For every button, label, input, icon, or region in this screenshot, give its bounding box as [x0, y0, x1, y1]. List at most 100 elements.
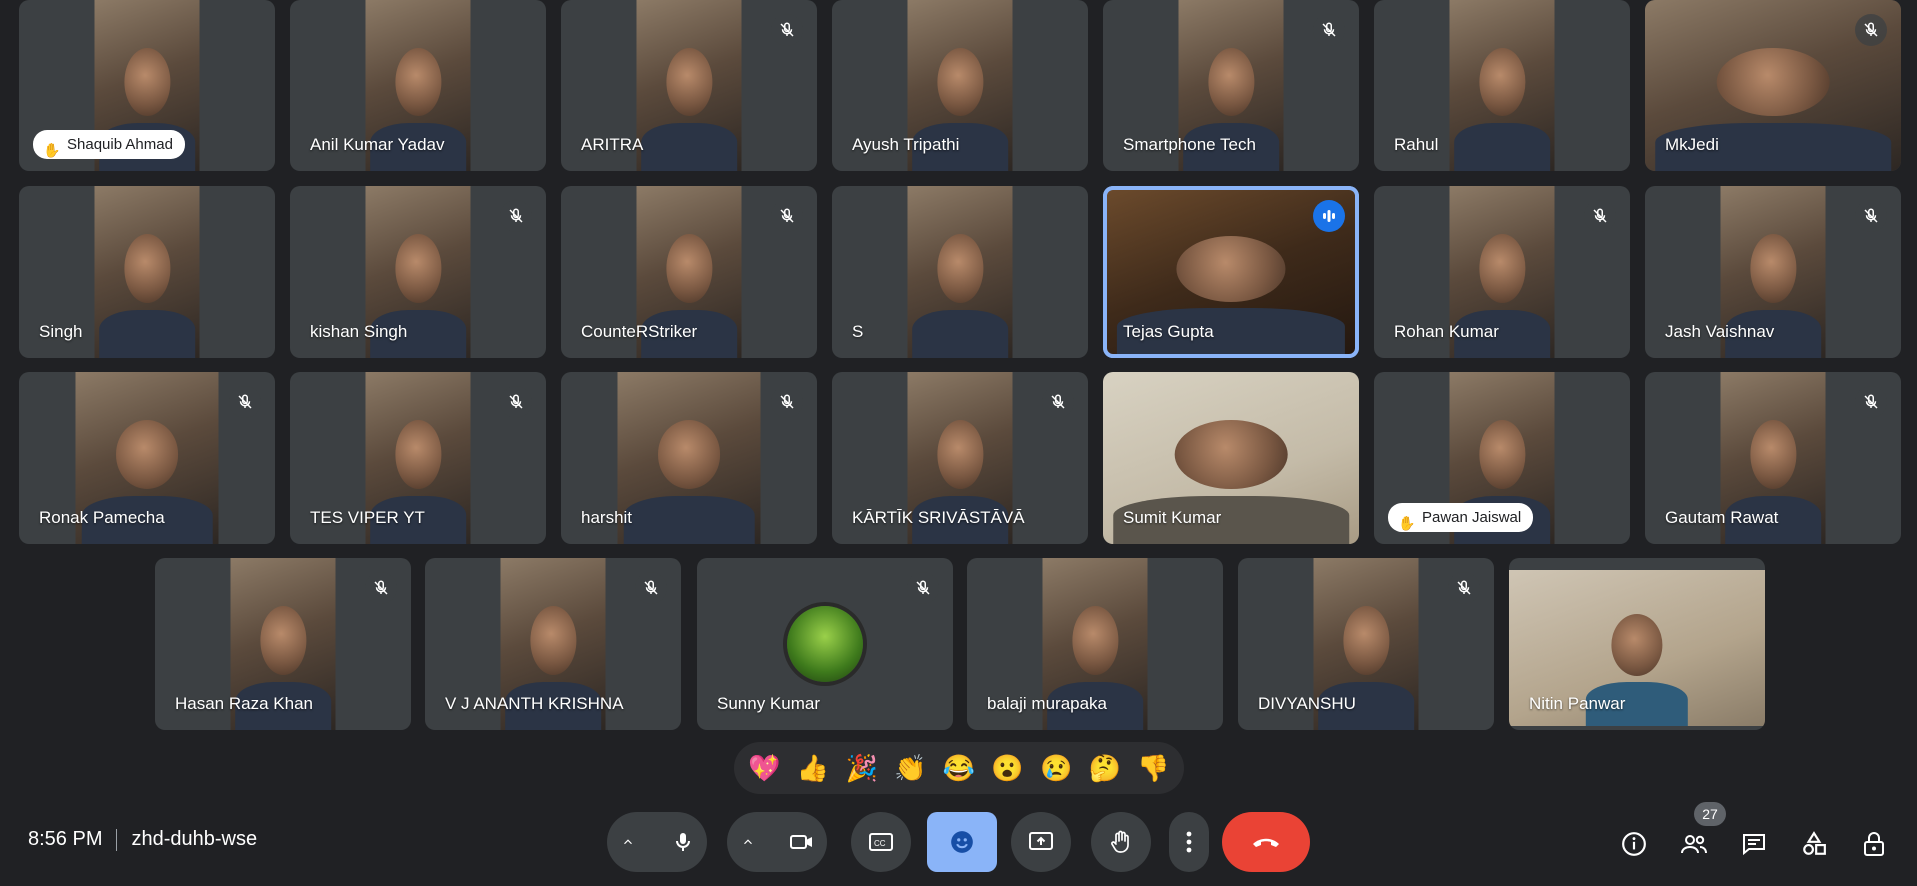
participant-tile[interactable]: ✋ Shaquib Ahmad [19, 0, 275, 171]
participant-face [1176, 235, 1286, 302]
participant-video [1449, 0, 1555, 171]
participant-name: Ronak Pamecha [39, 508, 165, 527]
participant-tile[interactable]: Hasan Raza Khan [155, 558, 411, 730]
people-icon [1679, 832, 1709, 856]
participant-count-badge: 27 [1694, 802, 1726, 826]
participant-name: ARITRA [581, 135, 644, 154]
participant-video [94, 186, 200, 358]
participant-name: Rahul [1394, 135, 1439, 154]
host-controls-lock-icon [1862, 830, 1886, 858]
participant-tile[interactable]: TES VIPER YT [290, 372, 546, 544]
mic-off-icon [635, 572, 667, 604]
reaction-party[interactable]: 🎉 [840, 753, 884, 784]
captions-button[interactable]: CC [851, 812, 911, 872]
chat-icon [1741, 832, 1767, 856]
reaction-thumbs-up[interactable]: 👍 [791, 753, 835, 784]
present-screen-icon [1029, 831, 1053, 853]
present-button[interactable] [1011, 812, 1071, 872]
participant-name: S [852, 322, 864, 341]
participant-tile[interactable]: Sumit Kumar [1103, 372, 1359, 544]
activities-button[interactable] [1796, 826, 1832, 862]
participant-tile[interactable]: DIVYANSHU [1238, 558, 1494, 730]
participant-name: kishan Singh [310, 322, 408, 341]
participant-face [936, 47, 984, 117]
participant-video [907, 186, 1013, 358]
participant-tile[interactable]: S [832, 186, 1088, 358]
participant-tile[interactable]: Rohan Kumar [1374, 186, 1630, 358]
reaction-surprised[interactable]: 😮 [986, 753, 1030, 784]
microphone-control [607, 812, 707, 872]
participant-name: harshit [581, 508, 633, 527]
reaction-clap[interactable]: 👏 [888, 753, 932, 784]
leave-call-button[interactable] [1222, 812, 1310, 872]
participant-name: Gautam Rawat [1665, 508, 1779, 527]
reactions-bar: 💖 👍 🎉 👏 😂 😮 😢 🤔 👎 [734, 742, 1184, 794]
microphone-icon[interactable] [671, 830, 695, 854]
more-options-button[interactable] [1169, 812, 1209, 872]
participant-tile[interactable]: ✋ Pawan Jaiswal [1374, 372, 1630, 544]
participant-tile[interactable]: Ronak Pamecha [19, 372, 275, 544]
speaking-indicator-icon [1313, 200, 1345, 232]
participant-tile[interactable]: Smartphone Tech [1103, 0, 1359, 171]
raise-hand-button[interactable] [1091, 812, 1151, 872]
more-vertical-icon [1186, 831, 1192, 853]
reaction-thumbs-down[interactable]: 👎 [1132, 753, 1176, 784]
participant-face [1071, 606, 1119, 675]
participant-tile[interactable]: Gautam Rawat [1645, 372, 1901, 544]
reactions-button[interactable] [927, 812, 997, 872]
participant-body [911, 309, 1009, 358]
participant-name: balaji murapaka [987, 694, 1108, 713]
meeting-details-button[interactable] [1616, 826, 1652, 862]
participant-name: Ayush Tripathi [852, 135, 960, 154]
mic-off-icon [229, 386, 261, 418]
participant-name: V J ANANTH KRISHNA [445, 694, 624, 713]
participant-tile[interactable]: Anil Kumar Yadav [290, 0, 546, 171]
participant-name: TES VIPER YT [310, 508, 425, 527]
mic-off-icon [500, 386, 532, 418]
participant-tile[interactable]: kishan Singh [290, 186, 546, 358]
participant-tile[interactable]: V J ANANTH KRISHNA [425, 558, 681, 730]
participant-face [529, 606, 577, 675]
participant-face [657, 420, 721, 489]
participant-tile[interactable]: Jash Vaishnav [1645, 186, 1901, 358]
mic-off-icon [1313, 14, 1345, 46]
participant-name: Rohan Kumar [1394, 322, 1499, 341]
participant-name-pill: ✋ Pawan Jaiswal [1388, 503, 1534, 532]
participant-tile[interactable]: Nitin Panwar [1509, 558, 1765, 730]
participant-name: Jash Vaishnav [1665, 322, 1775, 341]
participant-body [623, 495, 755, 544]
participant-tile[interactable]: balaji murapaka [967, 558, 1223, 730]
participant-tile[interactable]: CounteRStriker [561, 186, 817, 358]
reaction-thinking[interactable]: 🤔 [1083, 753, 1127, 784]
host-controls-button[interactable] [1856, 826, 1892, 862]
participant-tile[interactable]: MkJedi [1645, 0, 1901, 171]
participant-tile[interactable]: KĀRTĪK SRIVĀSTĀVĀ [832, 372, 1088, 544]
meeting-info: 8:56 PM zhd-duhb-wse [28, 828, 257, 851]
participant-tile[interactable]: Rahul [1374, 0, 1630, 171]
participant-tile[interactable]: ARITRA [561, 0, 817, 171]
participant-tile[interactable]: Ayush Tripathi [832, 0, 1088, 171]
participant-name: Tejas Gupta [1123, 322, 1214, 341]
mic-off-icon [771, 200, 803, 232]
participant-tile-active-speaker[interactable]: Tejas Gupta [1103, 186, 1359, 358]
reaction-heart[interactable]: 💖 [742, 753, 786, 784]
participant-body [98, 309, 196, 358]
participant-name: KĀRTĪK SRIVĀSTĀVĀ [852, 508, 1025, 527]
reaction-sad[interactable]: 😢 [1034, 753, 1078, 784]
participant-name: Smartphone Tech [1123, 135, 1256, 154]
participant-tile[interactable]: harshit [561, 372, 817, 544]
camera-icon[interactable] [789, 830, 815, 854]
divider [116, 828, 118, 851]
participant-tile[interactable]: Singh [19, 186, 275, 358]
reaction-laugh[interactable]: 😂 [937, 753, 981, 784]
people-button[interactable] [1676, 826, 1712, 862]
mic-off-icon [907, 572, 939, 604]
participant-name: Anil Kumar Yadav [310, 135, 445, 154]
participant-face [1207, 47, 1255, 117]
participant-name: Nitin Panwar [1529, 694, 1626, 713]
video-options-chevron-up-icon[interactable] [739, 835, 757, 849]
participant-video [636, 0, 742, 171]
participant-tile[interactable]: Sunny Kumar [697, 558, 953, 730]
chat-button[interactable] [1736, 826, 1772, 862]
audio-options-chevron-up-icon[interactable] [619, 835, 637, 849]
